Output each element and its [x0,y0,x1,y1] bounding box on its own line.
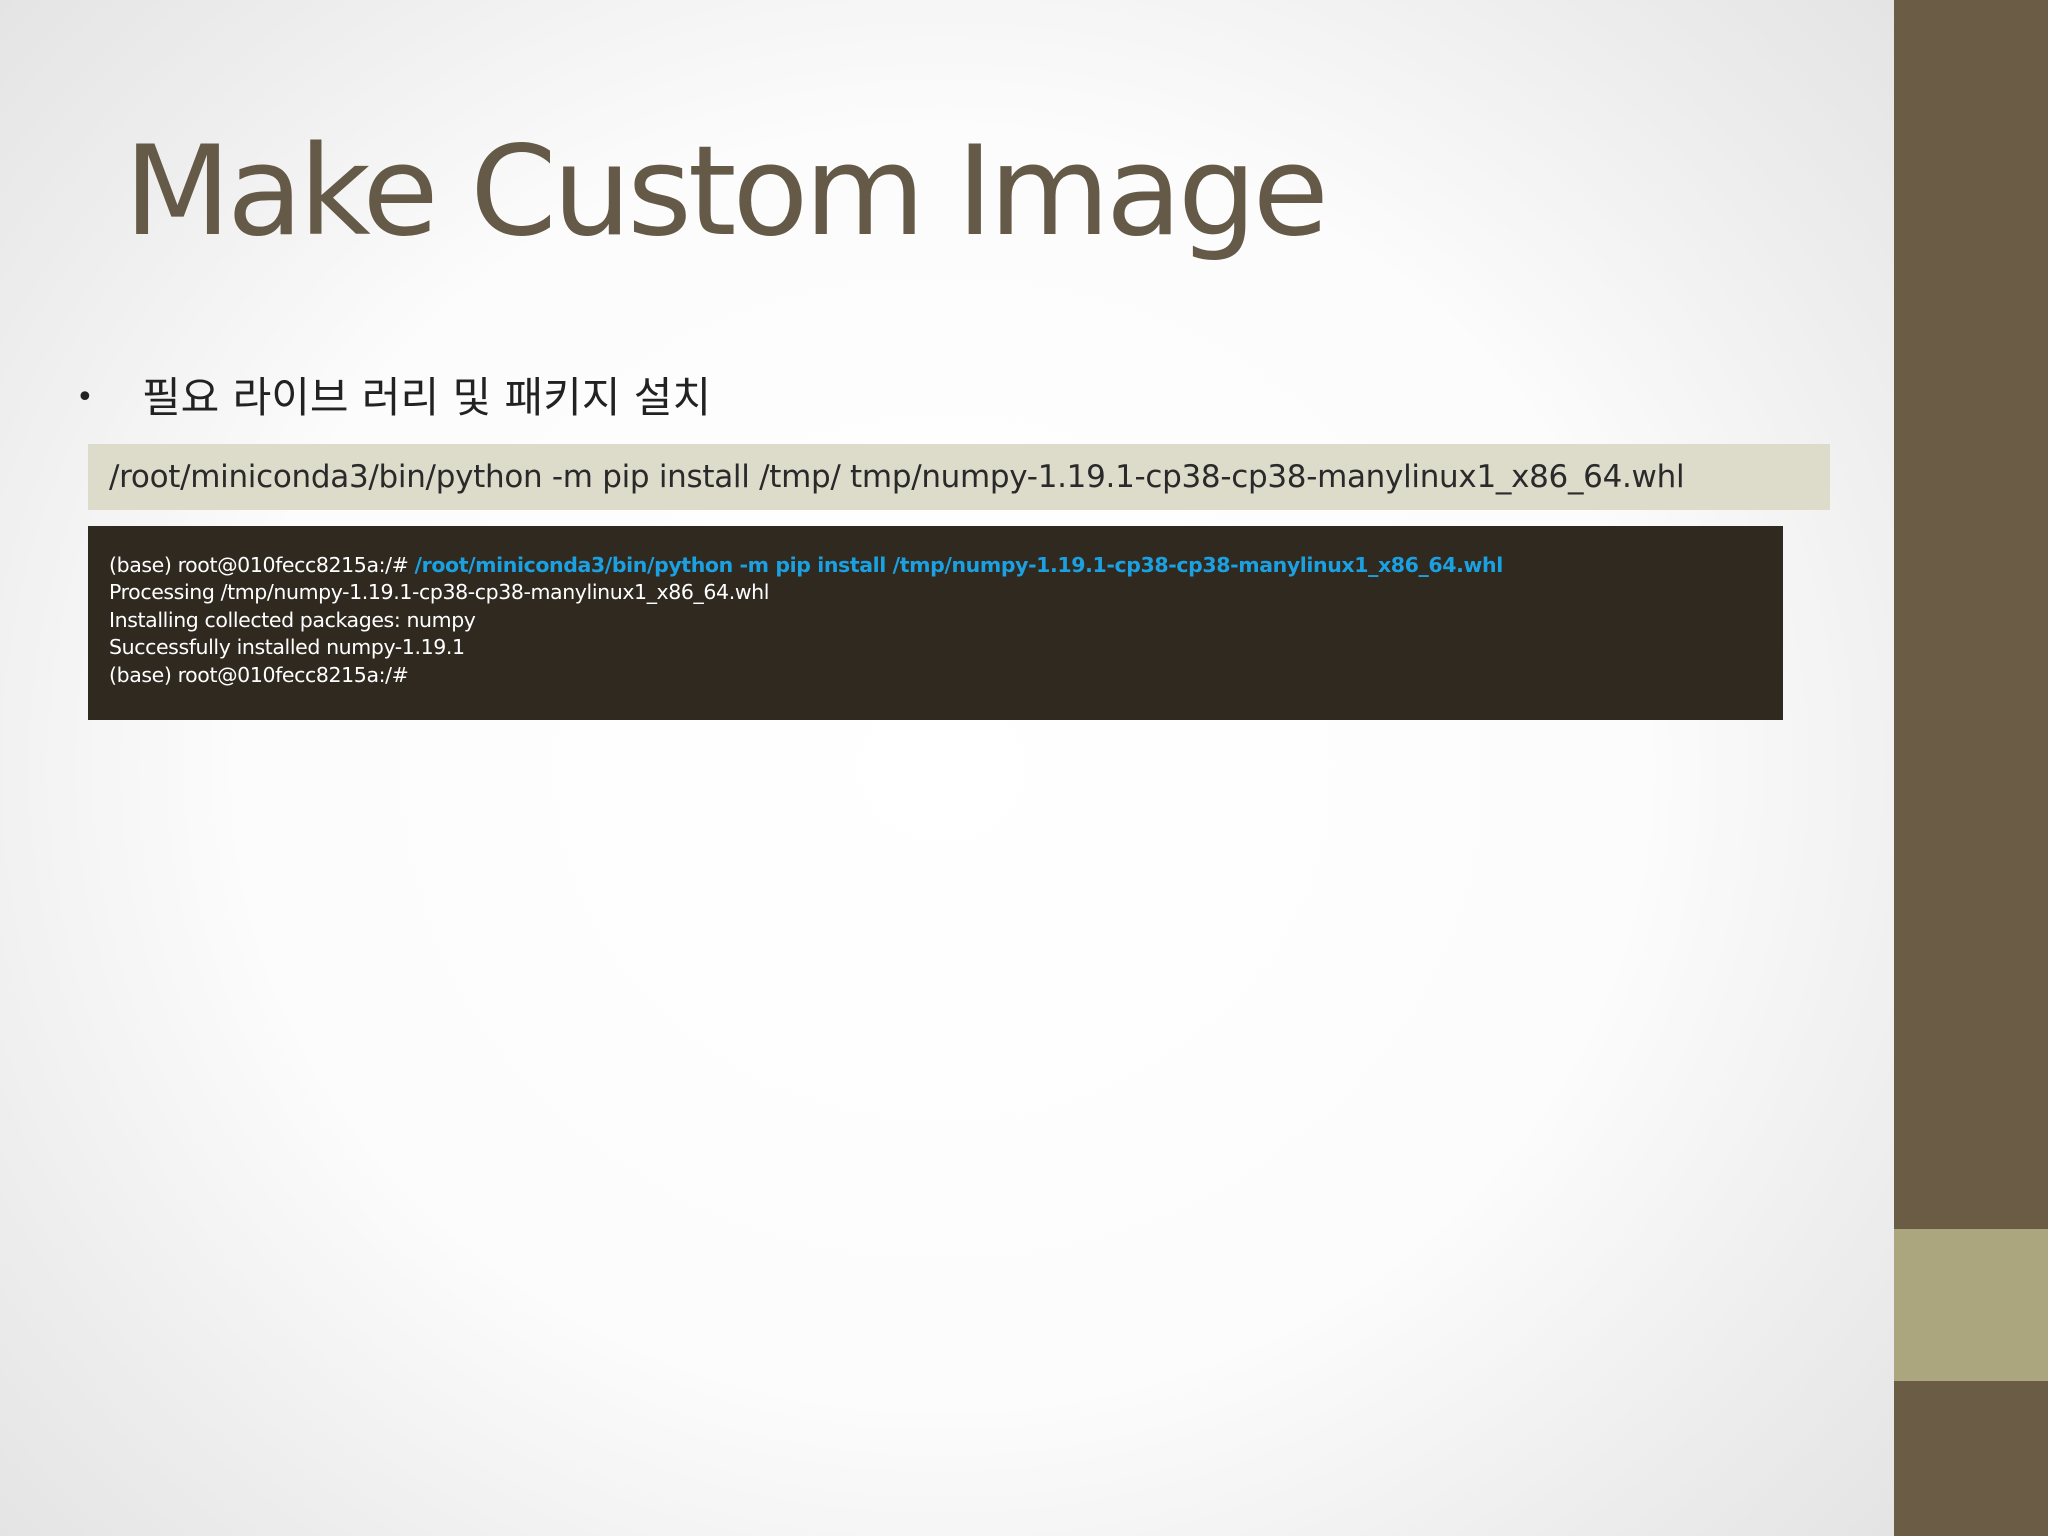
terminal-prompt: (base) root@010fecc8215a:/# [109,553,415,577]
terminal-line: (base) root@010fecc8215a:/# /root/minico… [109,552,1762,579]
terminal-output: (base) root@010fecc8215a:/# /root/minico… [88,526,1783,720]
command-text: /root/miniconda3/bin/python -m pip insta… [109,459,1685,495]
decorative-side-bar [1894,0,2048,1536]
terminal-command: /root/miniconda3/bin/python -m pip insta… [414,553,1504,577]
bullet-text: 필요 라이브 러리 및 패키지 설치 [142,373,712,422]
side-bar-bottom-band [1894,1381,2048,1536]
terminal-line: Processing /tmp/numpy-1.19.1-cp38-cp38-m… [109,580,770,605]
slide-title: Make Custom Image [124,120,1329,264]
bullet-item: • 필요 라이브 러리 및 패키지 설치 [76,370,711,426]
terminal-line: Installing collected packages: numpy [109,607,476,632]
side-bar-accent-band [1894,1229,2048,1381]
terminal-line: Successfully installed numpy-1.19.1 [109,635,465,660]
terminal-line: (base) root@010fecc8215a:/# [109,662,409,687]
command-box: /root/miniconda3/bin/python -m pip insta… [88,444,1830,510]
bullet-marker: • [76,380,94,415]
slide: Make Custom Image • 필요 라이브 러리 및 패키지 설치 /… [0,0,2048,1536]
side-bar-top-band [1894,0,2048,1229]
